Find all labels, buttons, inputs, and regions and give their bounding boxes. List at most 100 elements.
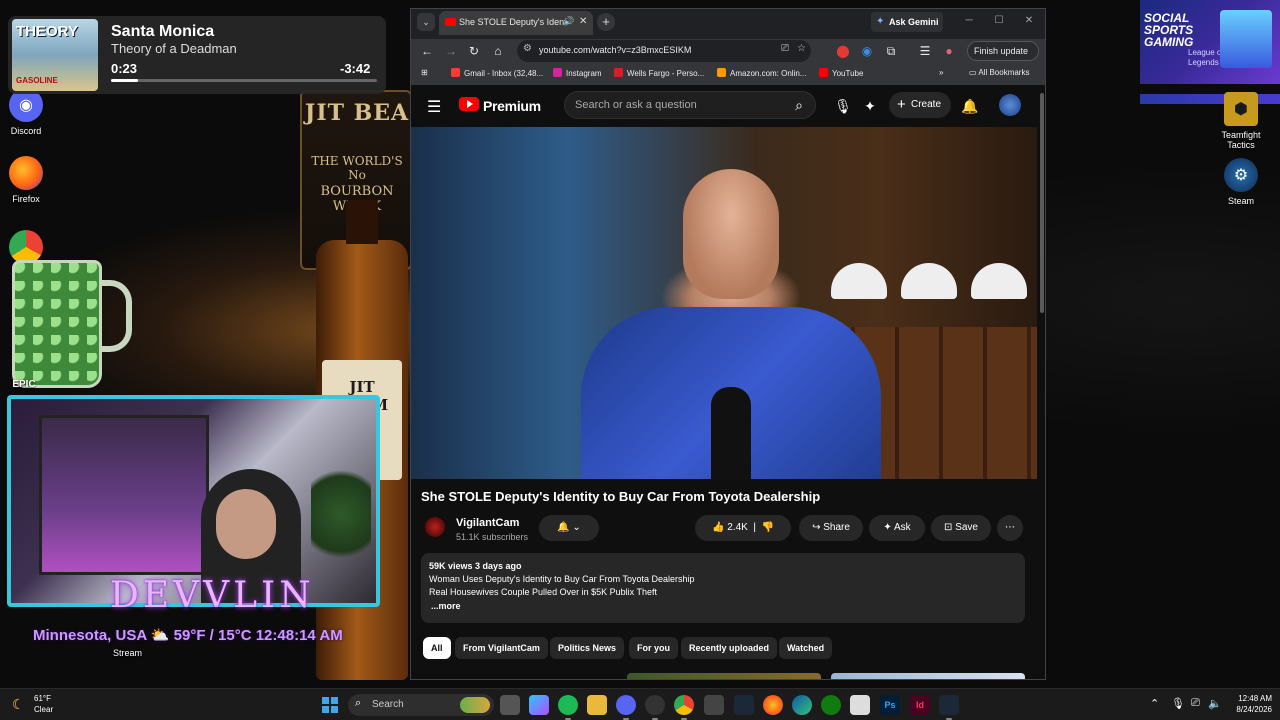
desktop-icon-discord[interactable]: ◉ Discord [0, 88, 56, 136]
promo-banner[interactable]: SOCIAL SPORTS GAMING League of Legends P… [1140, 0, 1280, 84]
cast-icon[interactable]: ⎚ [781, 43, 789, 54]
obs-icon[interactable] [645, 695, 665, 720]
task-view-icon[interactable] [500, 695, 520, 715]
save-label: Save [955, 522, 978, 533]
chip-watched[interactable]: Watched [779, 637, 833, 659]
forward-icon[interactable]: → [441, 41, 461, 61]
video-description[interactable]: 59K views 3 days ago Woman Uses Deputy's… [421, 553, 1025, 623]
youtube-logo-icon[interactable] [459, 97, 479, 111]
create-button[interactable]: + Create [889, 92, 951, 118]
extensions-puzzle-icon[interactable]: ⧉ [881, 41, 901, 61]
new-tab-button[interactable]: + [597, 13, 615, 31]
youtube-premium-logo[interactable]: Premium [483, 98, 541, 114]
extension-red-icon[interactable]: ⬤ [833, 41, 853, 61]
maximize-button[interactable]: ☐ [989, 12, 1009, 30]
sparkle-assistant-icon[interactable]: ✦ [859, 95, 881, 117]
microphone-tray-icon[interactable]: 🎙 [1171, 697, 1185, 710]
firefox-taskbar-icon[interactable] [763, 695, 783, 715]
discord-taskbar-icon[interactable] [616, 695, 636, 720]
youtube-search-input[interactable]: Search or ask a question ⌕ [564, 91, 816, 119]
store-icon[interactable] [704, 695, 724, 715]
tab-active[interactable]: She STOLE Deputy's Identity 🔊 ✕ [439, 11, 593, 35]
home-icon[interactable]: ⌂ [488, 41, 508, 61]
all-bookmarks-button[interactable]: ▭ All Bookmarks [969, 68, 1029, 77]
finish-update-button[interactable]: Finish update ⋮ [967, 41, 1039, 74]
tab-search-button[interactable]: ⌄ [417, 13, 435, 31]
page-scrollbar[interactable] [1038, 85, 1045, 679]
recommended-thumbnail[interactable] [831, 673, 1025, 679]
desktop-icon-steam[interactable]: ⚙ Steam [1211, 158, 1271, 206]
site-info-icon[interactable]: ⚙ [523, 43, 532, 54]
microphone-icon[interactable]: 🎙 [832, 95, 854, 117]
minimize-button[interactable]: ─ [959, 12, 979, 30]
xbox-icon[interactable] [821, 695, 841, 715]
address-bar[interactable]: ⚙ youtube.com/watch?v=z3BmxcESIKM ⎚ ☆ [517, 40, 811, 62]
tab-close-icon[interactable]: ✕ [579, 16, 587, 27]
photoshop-icon[interactable]: Ps [880, 695, 900, 715]
subscribed-bell-button[interactable]: 🔔 ⌄ [539, 515, 599, 541]
channel-name[interactable]: VigilantCam [456, 517, 519, 529]
like-button[interactable]: 👍 2.4K [712, 522, 748, 533]
speaker-icon[interactable]: 🔊 [563, 16, 574, 27]
bell-icon: 🔔 [557, 522, 570, 533]
back-icon[interactable]: ← [417, 41, 437, 61]
desktop-icon-firefox[interactable]: Firefox [0, 156, 56, 204]
volume-icon[interactable]: 🔈 [1208, 697, 1222, 710]
show-more-link[interactable]: ...more [431, 601, 461, 611]
ask-gemini-button[interactable]: ✦ Ask Gemini [871, 12, 943, 32]
taskbar-search[interactable]: ⌕ Search [348, 694, 494, 716]
notifications-bell-icon[interactable]: 🔔 [959, 95, 981, 117]
edge-icon[interactable] [792, 695, 812, 715]
bookmark-gmail[interactable]: Gmail - Inbox (32,48... [451, 68, 543, 78]
scrollbar-thumb[interactable] [1040, 93, 1044, 313]
extension-blue-icon[interactable]: ◉ [857, 41, 877, 61]
chip-all[interactable]: All [423, 637, 451, 659]
system-clock[interactable]: 12:48 AM 8/24/2026 [1222, 693, 1272, 715]
save-button[interactable]: ⊡ Save [931, 515, 991, 541]
share-button[interactable]: ↪ Share [799, 515, 863, 541]
network-icon[interactable]: ⎚ [1191, 697, 1200, 710]
notepad-icon[interactable] [850, 695, 870, 715]
chip-politics-news[interactable]: Politics News [550, 637, 625, 659]
ask-button[interactable]: ✦ Ask [869, 515, 925, 541]
steam-running-icon[interactable] [939, 695, 959, 720]
profile-icon[interactable]: ● [939, 41, 959, 61]
close-window-button[interactable]: ✕ [1019, 12, 1039, 30]
file-explorer-icon[interactable] [587, 695, 607, 715]
bookmark-star-icon[interactable]: ☆ [797, 43, 806, 54]
media-controls-icon[interactable]: ☰ [915, 41, 935, 61]
moon-icon: ☾ [12, 696, 25, 712]
bookmark-amazon[interactable]: Amazon.com: Onlin... [717, 68, 806, 78]
now-playing-widget[interactable]: THEORY GASOLINE Santa Monica Theory of a… [8, 16, 386, 94]
recommended-thumbnail[interactable] [627, 673, 821, 679]
copilot-icon[interactable] [529, 695, 549, 715]
location-weather-bar: Minnesota, USA ⛅ 59°F / 15°C 12:48:14 AM [33, 626, 343, 644]
show-hidden-icons-chevron-icon[interactable]: ⌃ [1150, 697, 1159, 710]
desktop-icon-stream-label[interactable]: Stream [113, 648, 142, 658]
reload-icon[interactable]: ↻ [464, 41, 484, 61]
bookmark-instagram[interactable]: Instagram [553, 68, 602, 78]
bookmark-wells-fargo[interactable]: Wells Fargo - Perso... [614, 68, 704, 78]
bookmark-youtube[interactable]: YouTube [819, 68, 863, 78]
steam-taskbar-icon[interactable] [734, 695, 754, 715]
search-icon[interactable]: ⌕ [787, 94, 811, 116]
dislike-icon[interactable]: 👎 [762, 522, 774, 533]
channel-avatar[interactable] [425, 517, 445, 537]
hamburger-menu-icon[interactable]: ☰ [427, 97, 441, 117]
song-progress-bar[interactable] [111, 79, 377, 82]
apps-grid-icon[interactable]: ⊞ [421, 68, 428, 77]
more-actions-icon[interactable]: ⋯ [997, 515, 1023, 541]
avatar[interactable] [999, 94, 1021, 116]
desktop-icon-epic[interactable]: EPIC [0, 380, 54, 390]
chip-from-channel[interactable]: From VigilantCam [455, 637, 548, 659]
chip-for-you[interactable]: For you [629, 637, 678, 659]
start-button[interactable] [322, 697, 338, 713]
overlay-time: 12:48:14 AM [255, 627, 343, 644]
chrome-taskbar-icon[interactable] [674, 695, 694, 720]
spotify-icon[interactable] [558, 695, 578, 720]
chip-recently-uploaded[interactable]: Recently uploaded [681, 637, 778, 659]
desktop-icon-teamfight[interactable]: ⬢ Teamfight Tactics [1211, 92, 1271, 150]
indesign-icon[interactable]: Id [910, 695, 930, 715]
bookmarks-overflow-icon[interactable]: » [939, 68, 943, 77]
video-player[interactable] [411, 127, 1037, 479]
